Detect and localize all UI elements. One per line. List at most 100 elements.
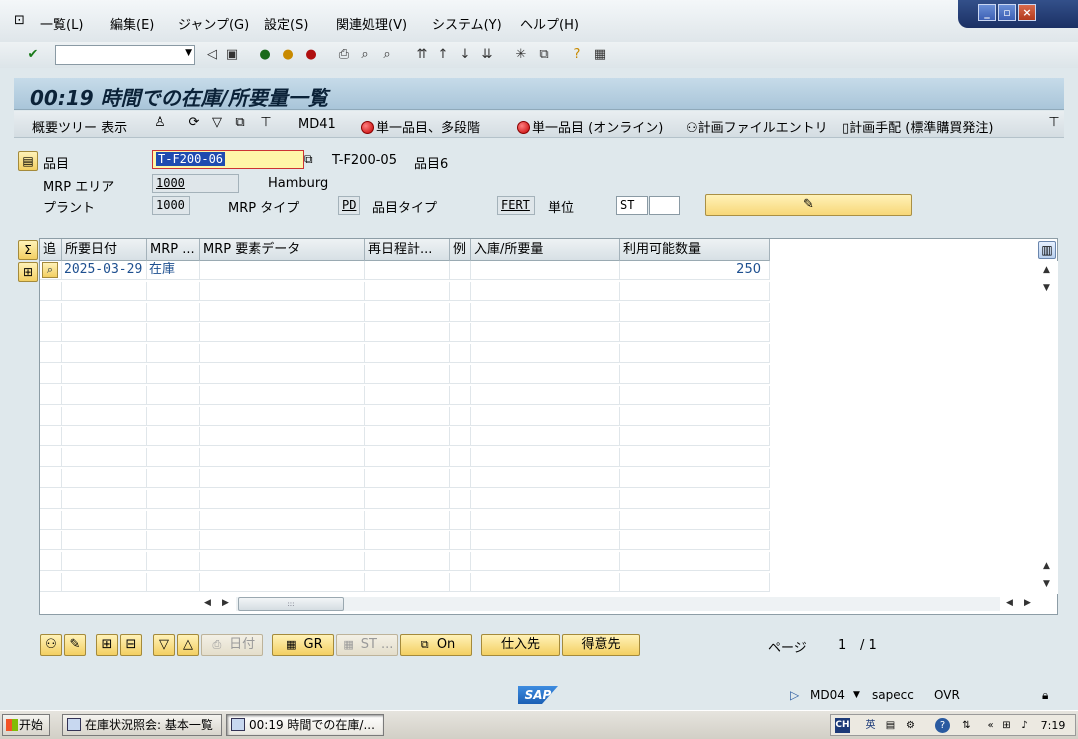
triangle-right-icon[interactable]: ▷ bbox=[790, 688, 799, 702]
cell-receipt-req[interactable] bbox=[471, 261, 620, 280]
person-icon[interactable]: ♙ bbox=[152, 115, 168, 131]
expand-tray-icon[interactable]: « bbox=[983, 718, 998, 733]
cell-element-data[interactable] bbox=[200, 261, 365, 280]
cell-req-date[interactable] bbox=[62, 510, 147, 530]
cell-exception[interactable] bbox=[450, 427, 471, 447]
unit-extra-field[interactable] bbox=[649, 196, 680, 215]
cell-receipt-req[interactable] bbox=[471, 385, 620, 405]
cell-exception[interactable] bbox=[450, 510, 471, 530]
material-field[interactable]: T-F200-06 bbox=[152, 150, 304, 169]
scroll-track[interactable] bbox=[236, 597, 1000, 611]
cell-element-data[interactable] bbox=[200, 427, 365, 447]
menu-edit[interactable]: 編集(E) bbox=[110, 14, 154, 33]
print-icon[interactable]: ⎙ bbox=[335, 46, 353, 64]
last-page-icon[interactable]: ⇊ bbox=[478, 46, 496, 64]
cell-exception[interactable] bbox=[450, 469, 471, 488]
cell-reschedule[interactable] bbox=[365, 406, 450, 426]
more-icon[interactable]: ⊤ bbox=[1046, 115, 1062, 131]
col-receipt-req[interactable]: 入庫/所要量 bbox=[471, 239, 620, 261]
help-icon[interactable]: ? bbox=[568, 46, 586, 64]
save-icon[interactable]: ▣ bbox=[223, 46, 241, 64]
table-row[interactable] bbox=[40, 385, 770, 405]
change-mode-button[interactable]: ✎ bbox=[705, 194, 912, 216]
cell-req-date[interactable] bbox=[62, 573, 147, 592]
cell-mrp-element[interactable] bbox=[147, 510, 200, 530]
cell-element-data[interactable] bbox=[200, 281, 365, 301]
cell-receipt-req[interactable] bbox=[471, 573, 620, 592]
close-button[interactable]: × bbox=[1018, 4, 1036, 21]
cell-available-qty[interactable] bbox=[620, 573, 770, 592]
minimize-button[interactable]: _ bbox=[978, 4, 996, 21]
cell-receipt-req[interactable] bbox=[471, 427, 620, 447]
st-button[interactable]: ▦ ST ... bbox=[336, 634, 398, 656]
cell-available-qty[interactable] bbox=[620, 489, 770, 509]
cell-reschedule[interactable] bbox=[365, 344, 450, 364]
scroll-up-icon[interactable]: ▲ bbox=[1043, 265, 1050, 275]
planning-file-entry-button[interactable]: ⚇計画ファイルエントリ bbox=[686, 117, 828, 136]
cell-mrp-element[interactable] bbox=[147, 489, 200, 509]
cell-reschedule[interactable] bbox=[365, 448, 450, 468]
cell-req-date[interactable] bbox=[62, 344, 147, 364]
cell-available-qty[interactable] bbox=[620, 531, 770, 551]
cell-add[interactable] bbox=[40, 573, 62, 592]
cell-receipt-req[interactable] bbox=[471, 510, 620, 530]
pencil-button[interactable]: ✎ bbox=[64, 634, 86, 656]
volume-icon[interactable]: ♪ bbox=[1017, 718, 1032, 733]
help-icon[interactable]: ? bbox=[935, 718, 950, 733]
cell-req-date[interactable] bbox=[62, 406, 147, 426]
scroll-left-icon[interactable]: ◀ bbox=[1006, 598, 1013, 608]
unit-field[interactable]: ST bbox=[616, 196, 648, 215]
cell-add[interactable] bbox=[40, 489, 62, 509]
cell-available-qty[interactable] bbox=[620, 510, 770, 530]
sum-icon[interactable]: Σ bbox=[18, 240, 38, 260]
menu-goto[interactable]: ジャンプ(G) bbox=[178, 14, 249, 33]
material-type-field[interactable]: FERT bbox=[497, 196, 535, 215]
table-row[interactable] bbox=[40, 427, 770, 447]
cell-mrp-element[interactable] bbox=[147, 531, 200, 551]
table-row[interactable] bbox=[40, 323, 770, 343]
cell-mrp-element[interactable] bbox=[147, 469, 200, 488]
cell-exception[interactable] bbox=[450, 344, 471, 364]
col-exception[interactable]: 例 bbox=[450, 239, 471, 261]
col-reschedule[interactable]: 再日程計... bbox=[365, 239, 450, 261]
cell-mrp-element[interactable] bbox=[147, 427, 200, 447]
column-layout-icon[interactable]: ▥ bbox=[1038, 241, 1056, 259]
cell-receipt-req[interactable] bbox=[471, 302, 620, 322]
cell-available-qty[interactable] bbox=[620, 323, 770, 343]
cell-element-data[interactable] bbox=[200, 385, 365, 405]
menu-settings[interactable]: 設定(S) bbox=[264, 14, 308, 33]
horizontal-scrollbar[interactable]: ◀ ▶ ::: ◀ ▶ bbox=[200, 596, 1037, 613]
cell-mrp-element[interactable] bbox=[147, 365, 200, 384]
cell-mrp-element[interactable] bbox=[147, 344, 200, 364]
shortcut-icon[interactable]: ⧉ bbox=[535, 46, 553, 64]
cell-element-data[interactable] bbox=[200, 469, 365, 488]
cell-mrp-element[interactable] bbox=[147, 448, 200, 468]
scroll-left-icon[interactable]: ◀ bbox=[204, 598, 211, 608]
clock[interactable]: 7:19 bbox=[1037, 718, 1069, 733]
date-button[interactable]: ⎙ 日付 bbox=[201, 634, 263, 656]
table-row[interactable] bbox=[40, 281, 770, 301]
plant-field[interactable]: 1000 bbox=[152, 196, 190, 215]
filter-icon[interactable]: ▽ bbox=[209, 115, 225, 131]
previous-page-icon[interactable]: ↑ bbox=[434, 46, 452, 64]
cell-reschedule[interactable] bbox=[365, 281, 450, 301]
cell-req-date[interactable] bbox=[62, 448, 147, 468]
find-next-icon[interactable]: ⌕ bbox=[378, 46, 396, 64]
cell-exception[interactable] bbox=[450, 323, 471, 343]
cell-mrp-element[interactable] bbox=[147, 302, 200, 322]
table-row[interactable] bbox=[40, 344, 770, 364]
cell-req-date[interactable] bbox=[62, 323, 147, 343]
col-req-date[interactable]: 所要日付 bbox=[62, 239, 147, 261]
cell-mrp-element[interactable]: 在庫 bbox=[147, 261, 200, 280]
cell-reschedule[interactable] bbox=[365, 385, 450, 405]
planning-manual-button[interactable]: ▯計画手配 (標準購買発注) bbox=[842, 117, 993, 136]
table-row[interactable] bbox=[40, 365, 770, 384]
cell-req-date[interactable] bbox=[62, 302, 147, 322]
cell-receipt-req[interactable] bbox=[471, 489, 620, 509]
cell-element-data[interactable] bbox=[200, 344, 365, 364]
cell-reschedule[interactable] bbox=[365, 469, 450, 488]
cell-req-date[interactable]: 2025-03-29 bbox=[62, 261, 147, 280]
cell-exception[interactable] bbox=[450, 552, 471, 572]
language-indicator[interactable]: CH bbox=[835, 718, 850, 733]
cell-receipt-req[interactable] bbox=[471, 552, 620, 572]
